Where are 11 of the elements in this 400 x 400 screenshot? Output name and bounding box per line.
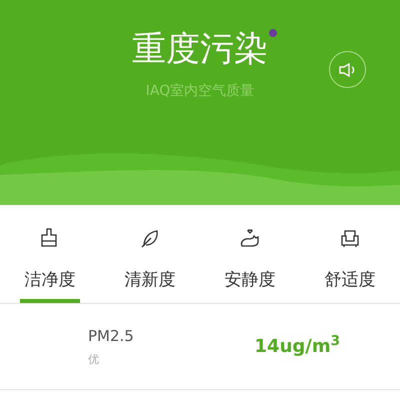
speaker-button[interactable] [329, 51, 366, 88]
tab[interactable]: 洁净度 [0, 205, 100, 303]
subtitle: IAQ室内空气质量 [146, 82, 254, 101]
tab[interactable]: 安静度 [200, 205, 300, 303]
reading-grade: 优 [88, 352, 100, 368]
tab[interactable]: 舒适度 [300, 205, 400, 303]
reading-name: PM2.5 [88, 326, 134, 347]
air-quality-title: 重度污染 [132, 28, 268, 71]
speaker-icon [338, 62, 356, 76]
tab[interactable]: 清新度 [100, 205, 200, 303]
reading-value: 14ug/m$^{3}$ [254, 333, 340, 359]
